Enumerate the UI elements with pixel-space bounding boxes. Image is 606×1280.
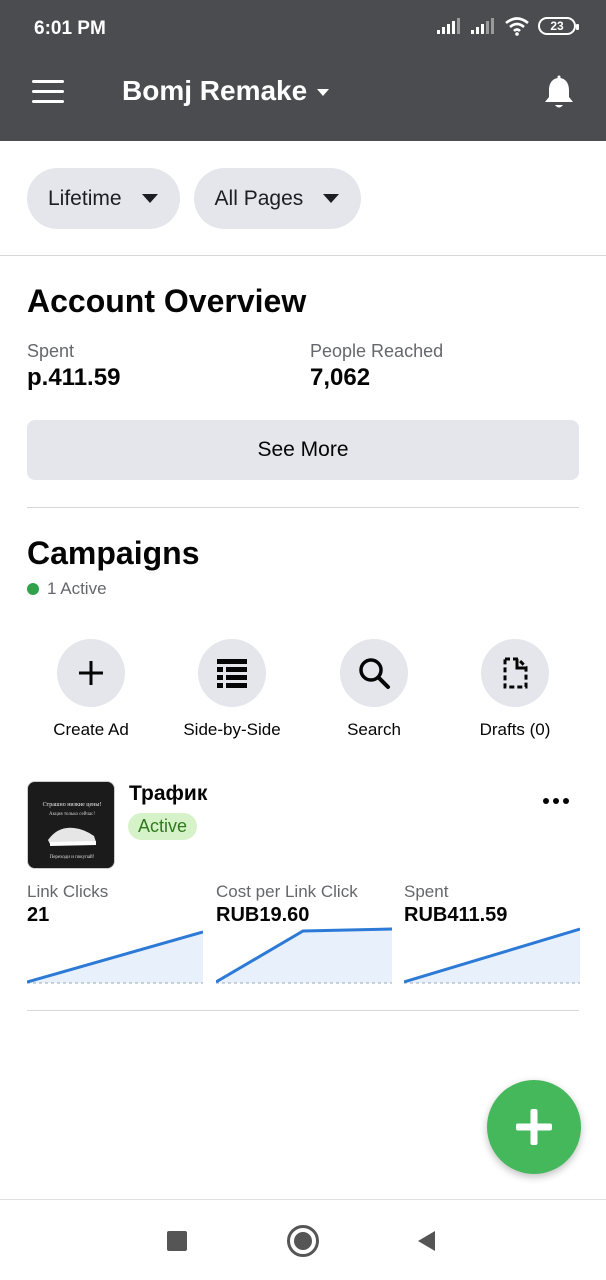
date-range-label: Lifetime <box>48 186 122 210</box>
stat-label: Link Clicks <box>27 882 109 901</box>
stat-label: Cost per Link Click <box>216 882 358 901</box>
stat-label: Spent <box>404 882 449 901</box>
campaign-name[interactable]: Трафик <box>129 782 207 806</box>
more-options-icon[interactable] <box>543 798 569 804</box>
account-switcher[interactable]: Bomj Remake <box>122 75 330 107</box>
chevron-down-icon <box>317 89 330 96</box>
bell-icon[interactable] <box>542 75 576 111</box>
pages-label: All Pages <box>214 186 304 210</box>
spent-value: р.411.59 <box>27 364 121 391</box>
stat-spent: Spent RUB411.59 <box>404 882 580 927</box>
search-icon <box>340 639 408 707</box>
active-count-label: 1 Active <box>47 579 107 598</box>
reached-label: People Reached <box>310 341 444 361</box>
search-label: Search <box>347 720 401 739</box>
plus-icon <box>57 639 125 707</box>
stat-value: RUB411.59 <box>404 904 508 926</box>
divider <box>27 1010 579 1011</box>
caret-down-icon <box>141 194 158 203</box>
pages-filter[interactable]: All Pages <box>193 168 362 229</box>
sparkline-spent <box>404 927 580 984</box>
spent-label: Spent <box>27 341 75 361</box>
battery-icon: 23 <box>538 17 579 35</box>
plus-icon <box>516 1109 552 1145</box>
stat-cost-per-click: Cost per Link Click RUB19.60 <box>216 882 392 927</box>
create-ad-button[interactable]: Create Ad <box>21 639 161 740</box>
create-ad-label: Create Ad <box>53 720 129 739</box>
status-badge: Active <box>128 813 198 840</box>
back-icon[interactable] <box>416 1230 436 1252</box>
thumb-text-top: Страшно низкие цены! <box>43 802 102 808</box>
stat-link-clicks: Link Clicks 21 <box>27 882 203 927</box>
thumb-text-bottom: Переходи и покупай! <box>50 855 95 860</box>
account-name: Bomj Remake <box>122 75 308 106</box>
signal-icon <box>437 18 460 34</box>
sparkline-link-clicks <box>27 930 203 984</box>
drafts-icon <box>481 639 549 707</box>
system-nav-bar <box>0 1199 606 1280</box>
wifi-icon <box>505 17 529 36</box>
active-dot-icon <box>27 583 39 595</box>
side-by-side-label: Side-by-Side <box>183 720 281 739</box>
thumb-text-mid: Акция только сейчас! <box>49 812 95 817</box>
create-button[interactable] <box>487 1080 581 1174</box>
stat-value: RUB19.60 <box>216 904 310 926</box>
campaigns-title: Campaigns <box>27 535 200 571</box>
divider <box>27 507 579 508</box>
divider <box>0 255 606 256</box>
drafts-label: Drafts (0) <box>479 720 551 739</box>
date-range-filter[interactable]: Lifetime <box>27 168 180 229</box>
status-time: 6:01 PM <box>34 18 106 39</box>
top-bar: 6:01 PM 23 Bomj Remake <box>0 0 606 141</box>
stat-value: 21 <box>27 904 50 926</box>
sparkline-cost-per-click <box>216 927 392 984</box>
side-by-side-icon <box>198 639 266 707</box>
filter-bar: Lifetime All Pages <box>27 168 362 229</box>
active-count: 1 Active <box>27 579 107 599</box>
signal-icon-2 <box>471 18 494 34</box>
home-icon[interactable] <box>287 1225 319 1257</box>
recents-icon[interactable] <box>167 1231 187 1251</box>
search-button[interactable]: Search <box>304 639 444 740</box>
status-icons: 23 <box>436 16 579 36</box>
drafts-button[interactable]: Drafts (0) <box>445 639 585 740</box>
campaign-thumbnail[interactable]: Страшно низкие цены! Акция только сейчас… <box>27 781 115 869</box>
overview-title: Account Overview <box>27 283 307 319</box>
menu-icon[interactable] <box>32 80 64 106</box>
reached-value: 7,062 <box>310 364 371 391</box>
campaign-image: Страшно низкие цены! Акция только сейчас… <box>28 782 114 868</box>
caret-down-icon <box>323 194 340 203</box>
see-more-button[interactable]: See More <box>27 420 579 480</box>
side-by-side-button[interactable]: Side-by-Side <box>162 639 302 740</box>
